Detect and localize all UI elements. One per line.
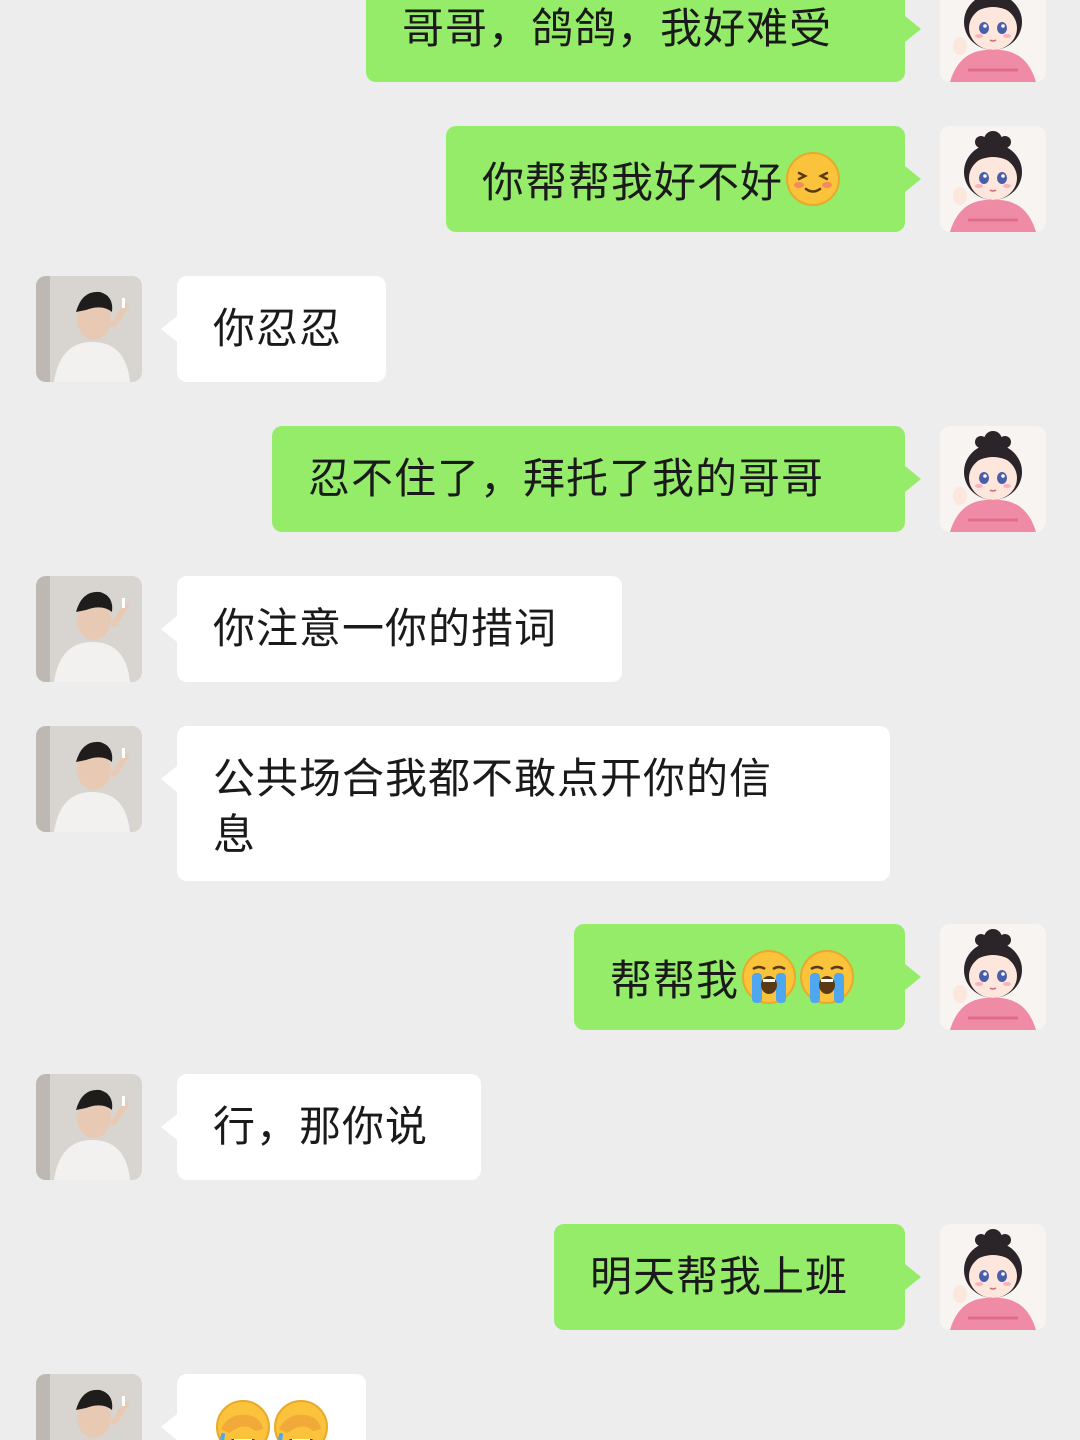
message-bubble-other[interactable]: 行，那你说 bbox=[161, 1074, 481, 1180]
message-text: 哥哥，鸽鸽，我好难受 bbox=[402, 4, 833, 53]
message-text: 公共场合我都不敢点开你的信 bbox=[213, 754, 773, 803]
self-avatar[interactable] bbox=[940, 0, 1046, 82]
self-avatar[interactable] bbox=[940, 1224, 1046, 1330]
message-text-continued: 息 bbox=[213, 810, 257, 859]
message-bubble-other[interactable]: 你忍忍 bbox=[161, 276, 386, 382]
message-bubble-other[interactable]: 公共场合我都不敢点开你的信 息 bbox=[161, 726, 890, 881]
message-text: 忍不住了，拜托了我的哥哥 bbox=[308, 454, 825, 503]
message-text: 你忍忍 bbox=[213, 304, 343, 353]
message-bubble-other[interactable]: 你注意一你的措词 bbox=[161, 576, 622, 682]
contact-avatar[interactable] bbox=[36, 276, 142, 382]
contact-avatar[interactable] bbox=[36, 1074, 142, 1180]
message-bubble-self[interactable]: 明天帮我上班 bbox=[554, 1224, 921, 1330]
blush-smile-emoji-icon bbox=[785, 151, 841, 207]
contact-avatar[interactable] bbox=[36, 576, 142, 682]
message-bubble-self[interactable]: 你帮帮我好不好 bbox=[446, 126, 921, 232]
loudly-crying-emoji-icon bbox=[741, 949, 797, 1005]
loudly-crying-emoji-icon bbox=[799, 949, 855, 1005]
message-text: 明天帮我上班 bbox=[590, 1252, 849, 1301]
self-avatar[interactable] bbox=[940, 924, 1046, 1030]
message-text: 帮帮我 bbox=[610, 956, 740, 1005]
message-bubble-self[interactable]: 忍不住了，拜托了我的哥哥 bbox=[272, 426, 921, 532]
self-avatar[interactable] bbox=[940, 126, 1046, 232]
self-avatar[interactable] bbox=[940, 426, 1046, 532]
message-bubble-self[interactable]: 帮帮我 bbox=[574, 924, 921, 1030]
facepalm-laugh-emoji-icon bbox=[215, 1399, 271, 1440]
message-bubble-other[interactable] bbox=[161, 1374, 366, 1440]
facepalm-laugh-emoji-icon bbox=[273, 1399, 329, 1440]
contact-avatar[interactable] bbox=[36, 726, 142, 832]
message-text: 行，那你说 bbox=[213, 1102, 429, 1151]
message-text: 你帮帮我好不好 bbox=[482, 158, 784, 207]
message-bubble-self[interactable]: 哥哥，鸽鸽，我好难受 bbox=[366, 0, 921, 82]
chat-window: 哥哥，鸽鸽，我好难受 你帮帮我好不好 你忍忍 忍不住了，拜托了我的哥哥 你注意一… bbox=[0, 0, 1080, 1440]
message-text: 你注意一你的措词 bbox=[213, 604, 558, 653]
contact-avatar[interactable] bbox=[36, 1374, 142, 1440]
